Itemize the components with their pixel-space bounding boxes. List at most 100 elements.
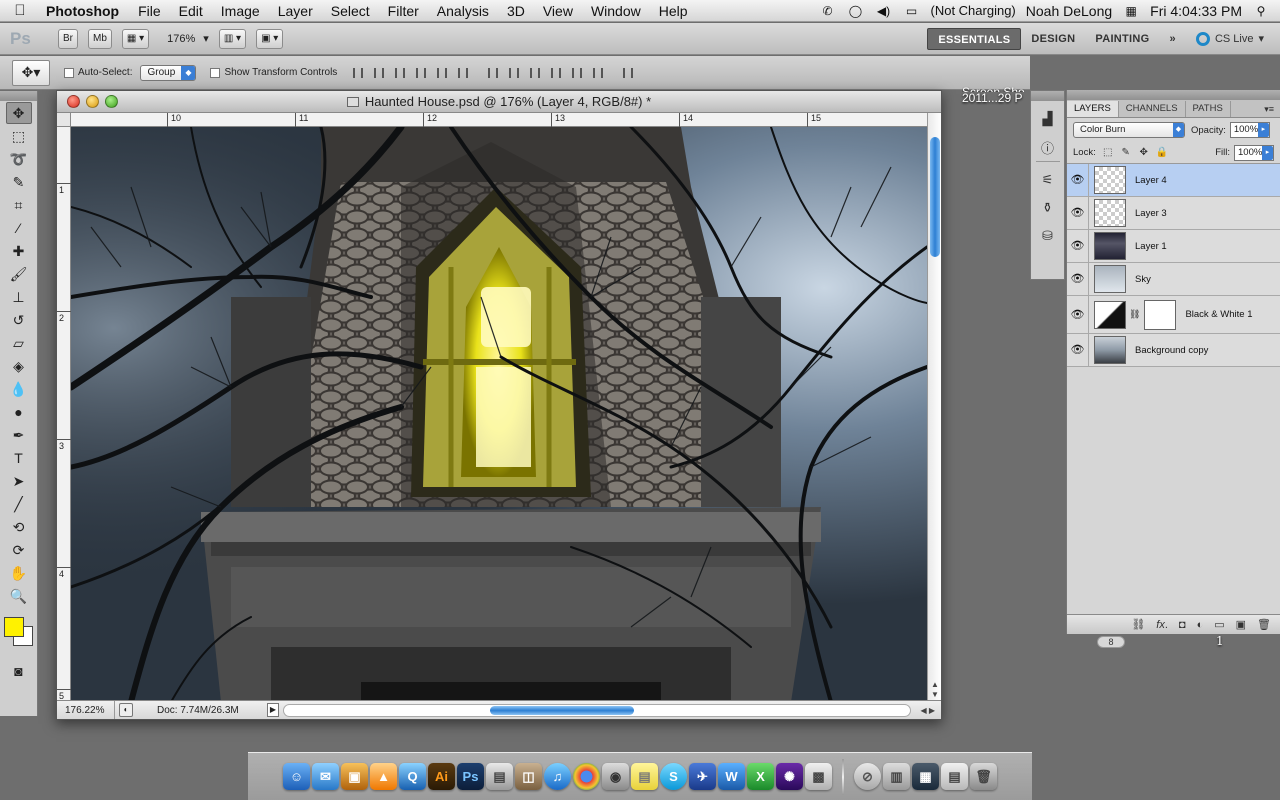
phone-icon[interactable]: ✆ (819, 4, 837, 18)
tab-channels[interactable]: CHANNELS (1119, 101, 1186, 117)
dodge-tool-icon[interactable]: ● (6, 401, 32, 423)
skype-icon[interactable]: S (660, 763, 687, 790)
horizontal-scrollbar[interactable] (283, 703, 911, 717)
document-proxy-icon[interactable] (346, 96, 359, 107)
brush-tool-icon[interactable]: 🖌 (6, 263, 32, 285)
align-top-icon[interactable] (349, 65, 367, 81)
tool-preset-picker[interactable]: ✥▾ (12, 59, 50, 86)
distribute-left-icon[interactable] (547, 65, 565, 81)
spotlight-search-icon[interactable]: ⚲ (1252, 4, 1270, 18)
quick-mask-icon[interactable]: ◙ (6, 660, 32, 682)
excel-icon[interactable]: X (747, 763, 774, 790)
auto-align-layers-icon[interactable] (619, 65, 637, 81)
user-name[interactable]: Noah DeLong (1026, 3, 1112, 19)
layer-row-layer-1[interactable]: 👁 Layer 1 (1067, 230, 1280, 263)
show-transform-checkbox[interactable]: Show Transform Controls (210, 67, 337, 78)
battery-status[interactable]: (Not Charging) (931, 3, 1016, 18)
scroll-arrows-icon[interactable]: ◀ ▶ (920, 706, 935, 715)
itunes-icon[interactable]: ♫ (544, 763, 571, 790)
mail-icon[interactable]: ✉ (312, 763, 339, 790)
add-mask-icon[interactable]: ◘ (1179, 619, 1186, 631)
menu-view[interactable]: View (534, 3, 582, 19)
lock-transparency-icon[interactable]: ⬚ (1102, 147, 1114, 159)
adium-icon[interactable]: ✈ (689, 763, 716, 790)
eyedropper-tool-icon[interactable]: ⁄ (6, 217, 32, 239)
menu-filter[interactable]: Filter (379, 3, 428, 19)
healing-brush-tool-icon[interactable]: ✚ (6, 240, 32, 262)
itunes-visualizer-icon[interactable]: ✺ (776, 763, 803, 790)
distribute-top-icon[interactable] (484, 65, 502, 81)
downloads-stack-icon[interactable]: ⊘ (854, 763, 881, 790)
more-workspaces-button[interactable]: » (1160, 33, 1186, 45)
new-group-folder-icon[interactable]: ▭ (1214, 618, 1224, 631)
marquee-tool-icon[interactable]: ⬚ (6, 125, 32, 147)
panel-menu-icon[interactable]: ▾≡ (1264, 101, 1280, 117)
crop-tool-icon[interactable]: ⌗ (6, 194, 32, 216)
lock-pixels-icon[interactable]: ✎ (1120, 147, 1132, 159)
trash-icon[interactable]: 🗑 (970, 763, 997, 790)
panel-header[interactable] (0, 91, 37, 101)
ruler-origin[interactable] (57, 113, 71, 127)
cs-live-button[interactable]: CS Live ▾ (1195, 31, 1264, 46)
distribute-vcenter-icon[interactable] (505, 65, 523, 81)
battery-icon[interactable]: ▭ (903, 4, 921, 18)
layer-row-layer-4[interactable]: 👁 Layer 4 (1067, 164, 1280, 197)
workspace-design[interactable]: DESIGN (1021, 33, 1085, 45)
menu-layer[interactable]: Layer (269, 3, 322, 19)
vertical-scrollbar[interactable]: ▲ ▼ (927, 113, 941, 702)
photo-booth-icon[interactable]: ◫ (515, 763, 542, 790)
zoom-window-button[interactable] (105, 95, 118, 108)
menu-analysis[interactable]: Analysis (428, 3, 498, 19)
illustrator-icon[interactable]: Ai (428, 763, 455, 790)
align-left-icon[interactable] (412, 65, 430, 81)
layer-row-black-white-1[interactable]: 👁 ⛓ Black & White 1 (1067, 296, 1280, 334)
image-capture-icon[interactable]: ▩ (805, 763, 832, 790)
horizontal-ruler[interactable]: 10 11 12 13 14 15 (71, 113, 927, 127)
zoom-level-select[interactable]: 176% ▾ (167, 32, 209, 46)
vertical-scroll-thumb[interactable] (930, 137, 940, 257)
chat-bubble-icon[interactable]: ◯ (847, 4, 865, 18)
vertical-ruler[interactable]: 1 2 3 4 5 (57, 127, 71, 702)
arrange-documents-button[interactable]: ▥ ▾ (218, 28, 247, 49)
chevron-right-icon[interactable]: ▸ (1262, 145, 1273, 160)
screenshot-stack-icon[interactable]: ▦ (912, 763, 939, 790)
mini-bridge-button[interactable]: Mb (88, 28, 112, 49)
documents-stack-icon[interactable]: ▥ (883, 763, 910, 790)
horizontal-scroll-thumb[interactable] (490, 705, 634, 715)
layer-row-sky[interactable]: 👁 Sky (1067, 263, 1280, 296)
menu-3d[interactable]: 3D (498, 3, 534, 19)
link-chain-icon[interactable]: ⛓ (1129, 309, 1140, 320)
apple-menu-icon[interactable]:  (0, 2, 40, 19)
workspace-painting[interactable]: PAINTING (1085, 33, 1159, 45)
link-layers-icon[interactable]: ⛓ (1131, 618, 1145, 631)
menu-image[interactable]: Image (212, 3, 269, 19)
quicktime-icon[interactable]: Q (399, 763, 426, 790)
image-canvas[interactable] (71, 127, 927, 702)
layer-row-layer-3[interactable]: 👁 Layer 3 (1067, 197, 1280, 230)
panel-header[interactable] (1031, 91, 1064, 101)
line-tool-icon[interactable]: ╱ (6, 493, 32, 515)
blur-tool-icon[interactable]: 💧 (6, 378, 32, 400)
camera-icon[interactable]: ◉ (602, 763, 629, 790)
align-vcenter-icon[interactable] (370, 65, 388, 81)
calendar-icon[interactable]: ▦ (1122, 4, 1140, 18)
menu-window[interactable]: Window (582, 3, 650, 19)
distribute-hcenter-icon[interactable] (568, 65, 586, 81)
minimize-window-button[interactable] (86, 95, 99, 108)
masks-icon[interactable]: ⚱ (1037, 198, 1059, 218)
paint-bucket-tool-icon[interactable]: ◈ (6, 355, 32, 377)
clone-stamp-tool-icon[interactable]: ⊥ (6, 286, 32, 308)
finder-icon[interactable]: ☺ (283, 763, 310, 790)
visibility-eye-icon[interactable]: 👁 (1067, 197, 1089, 229)
proof-setup-icon[interactable]: ◐ (119, 703, 133, 717)
adjustment-layer-icon[interactable]: ◐ (1197, 619, 1204, 631)
auto-select-target-select[interactable]: Group ◆ (140, 64, 197, 81)
photoshop-dock-icon[interactable]: Ps (457, 763, 484, 790)
visibility-eye-icon[interactable]: 👁 (1067, 230, 1089, 262)
tab-paths[interactable]: PATHS (1186, 101, 1231, 117)
histogram-icon[interactable]: ▟ (1037, 109, 1059, 129)
workspace-essentials[interactable]: ESSENTIALS (927, 27, 1022, 50)
eraser-tool-icon[interactable]: ▱ (6, 332, 32, 354)
pen-tool-icon[interactable]: ✒ (6, 424, 32, 446)
fx-icon[interactable]: fx. (1156, 619, 1168, 631)
